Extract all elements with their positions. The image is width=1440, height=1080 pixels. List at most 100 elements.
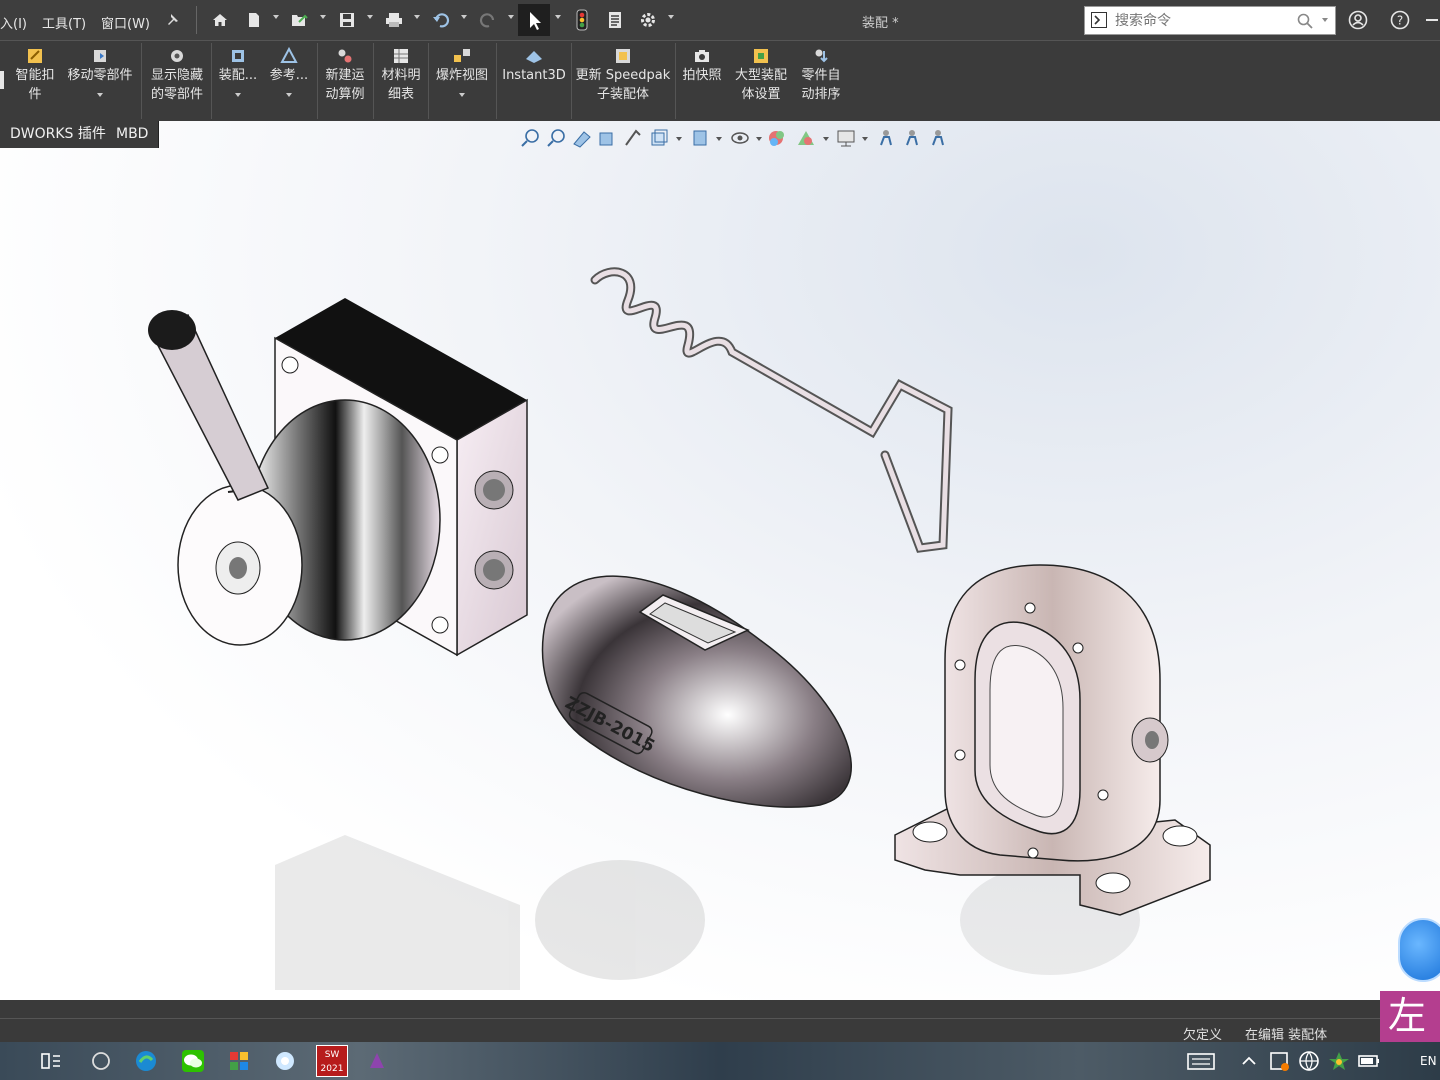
edit-appearance-icon[interactable] bbox=[769, 131, 784, 146]
settings-flower-app-icon[interactable] bbox=[272, 1048, 298, 1074]
minimize-button[interactable] bbox=[1426, 19, 1438, 21]
view-tool-person-icon-1[interactable] bbox=[880, 130, 892, 146]
home-icon[interactable] bbox=[209, 9, 231, 31]
solidworks-taskbar-button[interactable]: SW 2021 bbox=[316, 1045, 348, 1077]
move-component-dropdown-caret[interactable] bbox=[97, 93, 103, 97]
options-dropdown-caret[interactable] bbox=[668, 15, 674, 19]
reference-geometry-icon bbox=[280, 47, 298, 63]
print-icon[interactable] bbox=[383, 9, 405, 31]
zoom-to-fit-icon[interactable] bbox=[521, 129, 539, 147]
tray-app-icon[interactable] bbox=[1266, 1048, 1292, 1074]
help-icon[interactable]: ? bbox=[1389, 9, 1411, 31]
keyboard-icon[interactable] bbox=[1186, 1048, 1215, 1074]
search-icon[interactable] bbox=[1297, 13, 1313, 29]
exploded-view-button[interactable]: 爆炸视图 bbox=[432, 47, 492, 97]
file-properties-icon[interactable] bbox=[604, 9, 626, 31]
network-globe-icon[interactable] bbox=[1296, 1048, 1322, 1074]
move-component-label: 移动零部件 bbox=[67, 68, 133, 83]
rotary-valve-part[interactable] bbox=[148, 298, 528, 657]
rebuild-traffic-light-icon[interactable] bbox=[571, 9, 593, 31]
assembly-features-label: 装配... bbox=[218, 68, 258, 83]
select-tool-button[interactable] bbox=[518, 4, 550, 36]
reference-geometry-dropdown-caret[interactable] bbox=[286, 93, 292, 97]
save-dropdown-caret[interactable] bbox=[367, 15, 373, 19]
show-hidden-components-button[interactable]: 显示隐藏 的零部件 bbox=[146, 47, 208, 104]
update-speedpak-button[interactable]: 更新 Speedpak 子装配体 bbox=[575, 47, 671, 104]
cut-off-command bbox=[0, 71, 4, 89]
smart-fasteners-button[interactable]: 智能扣 件 bbox=[13, 47, 57, 104]
search-input[interactable] bbox=[1113, 10, 1292, 32]
redo-dropdown-caret[interactable] bbox=[508, 15, 514, 19]
tab-mbd[interactable]: MBD bbox=[106, 121, 160, 148]
view-orientation-icon[interactable] bbox=[651, 129, 668, 146]
camera-icon bbox=[695, 50, 709, 62]
menu-insert[interactable]: 入(I) bbox=[0, 13, 27, 32]
dynamic-annotation-icon[interactable] bbox=[625, 129, 641, 146]
undo-icon[interactable] bbox=[430, 9, 452, 31]
view-tool-person-icon-2[interactable] bbox=[906, 130, 918, 146]
view-settings-monitor-icon[interactable] bbox=[837, 130, 855, 147]
auto-sort-components-label: 零件自 动排序 bbox=[801, 68, 841, 102]
options-gear-icon[interactable] bbox=[637, 9, 659, 31]
menu-window[interactable]: 窗口(W) bbox=[101, 13, 150, 32]
select-dropdown-caret[interactable] bbox=[555, 15, 561, 19]
view-tool-person-icon-3[interactable] bbox=[932, 130, 944, 146]
display-style-icon[interactable] bbox=[693, 130, 707, 146]
move-component-icon bbox=[94, 50, 106, 62]
open-dropdown-caret[interactable] bbox=[320, 15, 326, 19]
assembly-features-dropdown-caret[interactable] bbox=[235, 93, 241, 97]
pin-icon[interactable] bbox=[162, 9, 184, 31]
bearing-housing-part[interactable] bbox=[894, 564, 1211, 916]
print-dropdown-caret[interactable] bbox=[414, 15, 420, 19]
large-assembly-settings-button[interactable]: 大型装配 体设置 bbox=[730, 47, 792, 104]
command-manager: 智能扣 件 移动零部件 显示隐藏 的零部件 装配... 参考... 新建运 动算… bbox=[0, 40, 1440, 122]
zoom-to-area-icon[interactable] bbox=[547, 129, 565, 147]
task-view-icon[interactable] bbox=[38, 1048, 64, 1074]
wechat-icon[interactable] bbox=[180, 1048, 206, 1074]
new-dropdown-caret[interactable] bbox=[273, 15, 279, 19]
exploded-view-dropdown-caret[interactable] bbox=[459, 93, 465, 97]
menu-tools[interactable]: 工具(T) bbox=[42, 13, 86, 32]
battery-icon[interactable] bbox=[1356, 1048, 1382, 1074]
section-view-icon[interactable] bbox=[599, 132, 613, 146]
move-component-button[interactable]: 移动零部件 bbox=[63, 47, 137, 97]
cortana-icon[interactable] bbox=[88, 1048, 114, 1074]
teardrop-cover-part[interactable]: ZZJB-2015 bbox=[541, 575, 852, 808]
take-snapshot-button[interactable]: 拍快照 bbox=[679, 47, 725, 85]
large-assembly-settings-label: 大型装配 体设置 bbox=[734, 68, 787, 102]
document-title: 装配 * bbox=[862, 16, 899, 31]
purple-app-icon[interactable] bbox=[364, 1048, 390, 1074]
graphics-area[interactable]: ZZJB-2015 bbox=[0, 121, 1440, 1000]
edge-browser-icon[interactable] bbox=[133, 1048, 159, 1074]
exploded-view-label: 爆炸视图 bbox=[435, 68, 488, 83]
heads-up-view-toolbar bbox=[518, 127, 958, 149]
large-assembly-icon bbox=[754, 49, 768, 63]
command-prompt-icon bbox=[1091, 12, 1107, 28]
redo-icon[interactable] bbox=[477, 9, 499, 31]
search-dropdown-caret[interactable] bbox=[1322, 18, 1328, 22]
user-account-icon[interactable] bbox=[1347, 9, 1369, 31]
apply-scene-icon[interactable] bbox=[798, 131, 814, 145]
input-language-indicator[interactable]: EN bbox=[1420, 1054, 1437, 1068]
new-motion-study-button[interactable]: 新建运 动算例 bbox=[321, 47, 369, 104]
colorful-app-icon[interactable] bbox=[226, 1048, 252, 1074]
status-definition-state: 欠定义 bbox=[1183, 1028, 1223, 1043]
show-hidden-icons-chevron-icon[interactable] bbox=[1236, 1048, 1262, 1074]
tab-solidworks-addins[interactable]: DWORKS 插件 bbox=[0, 121, 117, 148]
tray-star-app-icon[interactable] bbox=[1326, 1048, 1352, 1074]
assembly-features-button[interactable]: 装配... bbox=[216, 47, 260, 97]
hide-show-items-icon[interactable] bbox=[731, 132, 749, 144]
undo-dropdown-caret[interactable] bbox=[461, 15, 467, 19]
bill-of-materials-button[interactable]: 材料明 细表 bbox=[377, 47, 425, 104]
new-document-icon[interactable] bbox=[243, 9, 265, 31]
open-icon[interactable] bbox=[288, 9, 310, 31]
save-icon[interactable] bbox=[336, 9, 358, 31]
auto-sort-components-button[interactable]: 零件自 动排序 bbox=[797, 47, 845, 104]
assistant-orb[interactable] bbox=[1398, 918, 1440, 982]
previous-view-icon[interactable] bbox=[573, 131, 591, 148]
instant3d-button[interactable]: Instant3D bbox=[501, 47, 567, 85]
assembly-features-icon bbox=[232, 50, 244, 62]
search-commands-field[interactable] bbox=[1084, 6, 1336, 35]
coil-wire-part[interactable] bbox=[590, 267, 953, 553]
reference-geometry-button[interactable]: 参考... bbox=[267, 47, 311, 97]
